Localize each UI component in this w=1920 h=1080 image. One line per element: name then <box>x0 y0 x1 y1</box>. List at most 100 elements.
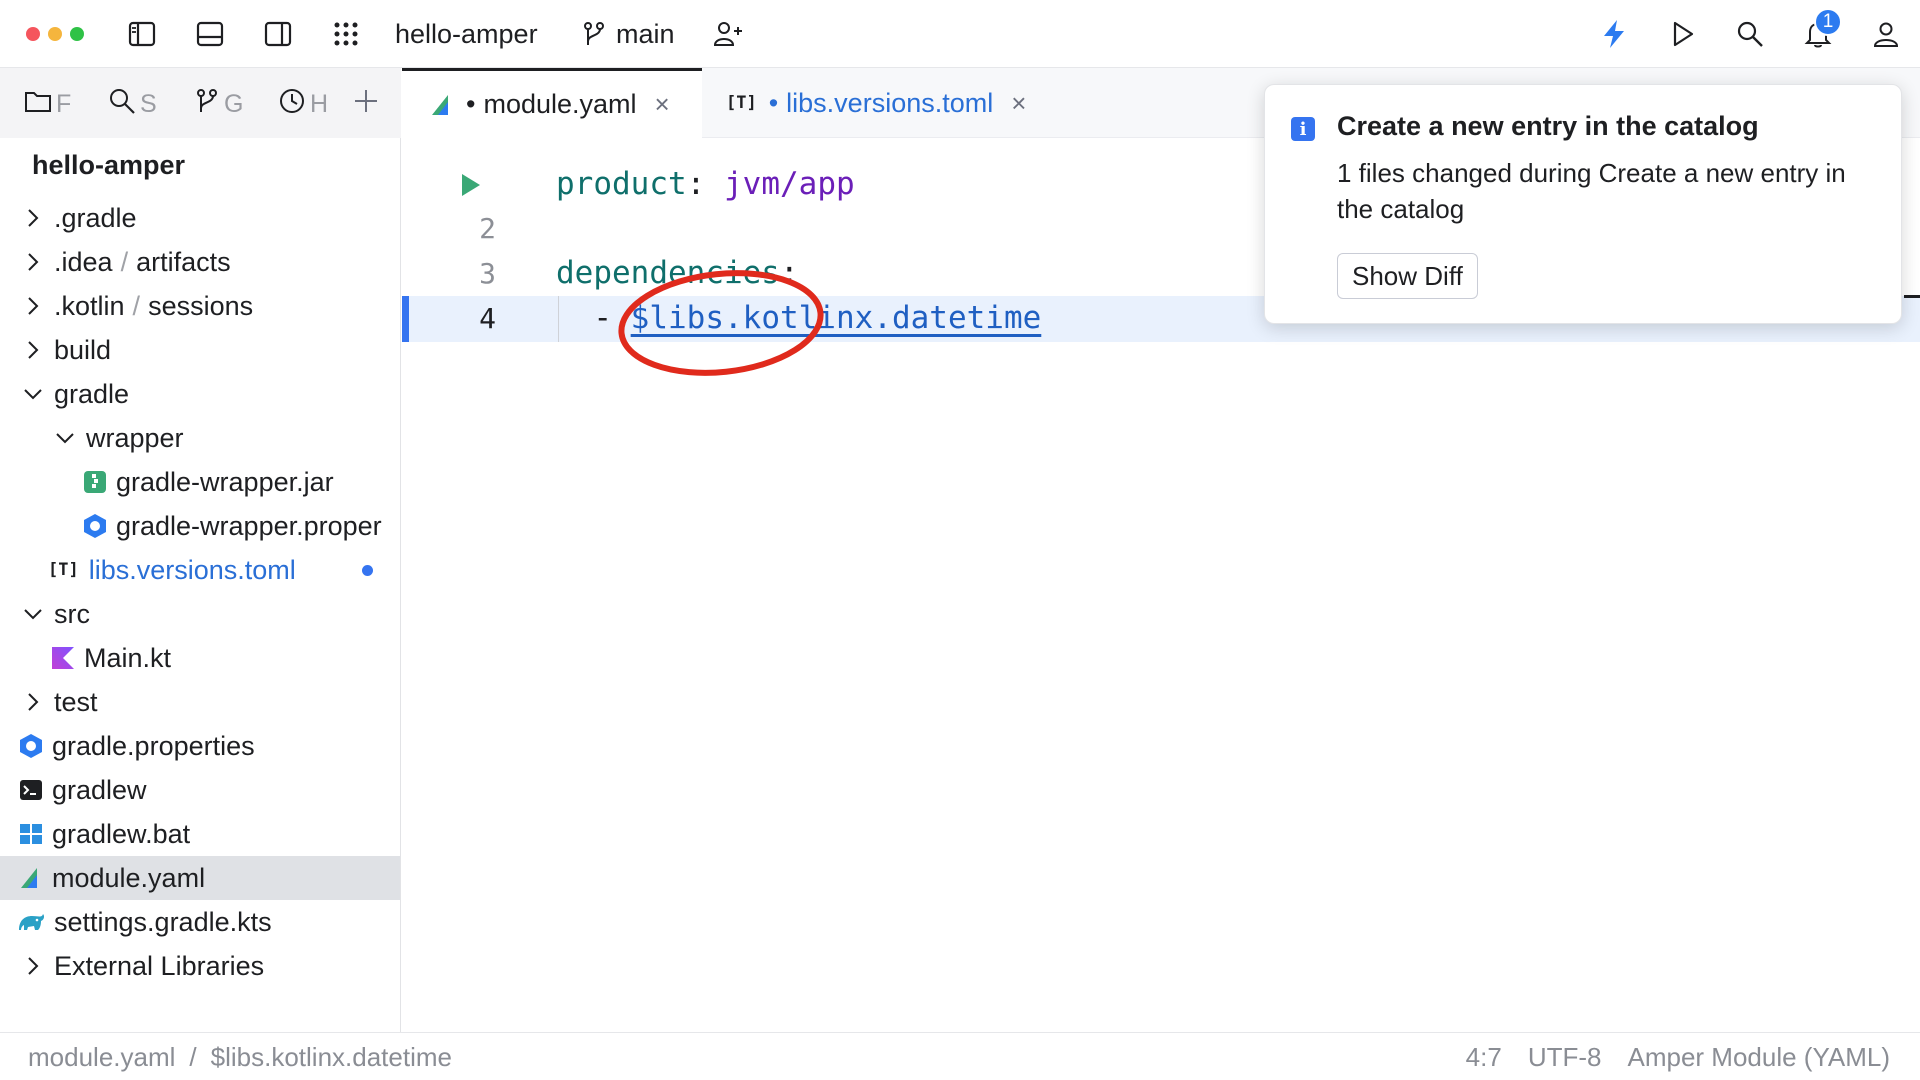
caret-position[interactable]: 4:7 <box>1466 1042 1502 1073</box>
code-line-1[interactable]: product: jvm/app <box>556 166 855 202</box>
tab-project-files[interactable]: F <box>24 84 71 124</box>
close-tab-icon[interactable]: × <box>655 89 670 120</box>
yaml-colon: : <box>686 166 706 202</box>
tree-item-gradle-properties[interactable]: gradle.properties <box>0 724 400 768</box>
maximize-window-button[interactable] <box>70 27 84 41</box>
add-user-icon[interactable] <box>708 14 748 54</box>
tree-item-label: src <box>54 598 90 629</box>
tree-item-label: .kotlin <box>54 290 125 321</box>
chevron-right-icon[interactable] <box>22 691 44 713</box>
tree-item-external-libraries[interactable]: External Libraries <box>0 944 400 988</box>
tree-item-build[interactable]: build <box>0 328 400 372</box>
user-profile-icon[interactable] <box>1866 14 1906 54</box>
tree-item-gradle-hidden[interactable]: .gradle <box>0 196 400 240</box>
search-icon[interactable] <box>1730 14 1770 54</box>
chevron-down-icon[interactable] <box>22 383 44 405</box>
tree-item-label: build <box>54 334 112 365</box>
status-widgets: 4:7 UTF-8 Amper Module (YAML) <box>1466 1033 1890 1080</box>
notification-title: Create a new entry in the catalog <box>1337 111 1759 141</box>
tree-item-label: wrapper <box>86 422 184 453</box>
scrollbar-marker <box>1904 295 1920 298</box>
breadcrumb: module.yaml / $libs.kotlinx.datetime <box>28 1033 452 1080</box>
changed-line-marker <box>402 296 409 342</box>
line-number: 3 <box>479 257 496 290</box>
right-panel-toggle-icon[interactable] <box>258 14 298 54</box>
tab-label: F <box>56 89 72 118</box>
path-separator: / <box>120 246 129 277</box>
tab-label: H <box>310 89 329 118</box>
tree-item-label: External Libraries <box>54 950 265 981</box>
bottom-panel-toggle-icon[interactable] <box>190 14 230 54</box>
tab-label: G <box>224 89 244 118</box>
tab-git[interactable]: G <box>194 84 243 124</box>
history-icon <box>278 87 306 122</box>
close-window-button[interactable] <box>26 27 40 41</box>
breadcrumb-symbol[interactable]: $libs.kotlinx.datetime <box>211 1042 452 1073</box>
tree-item-main-kt[interactable]: Main.kt <box>0 636 400 680</box>
tab-libs-versions-toml[interactable]: [T] • libs.versions.toml × <box>726 68 1026 138</box>
run-icon[interactable] <box>1662 14 1702 54</box>
breadcrumb-file[interactable]: module.yaml <box>28 1042 175 1073</box>
project-name[interactable]: hello-amper <box>395 0 538 68</box>
tree-item-suffix: sessions <box>148 290 254 321</box>
properties-hexagon-icon <box>82 513 108 539</box>
chevron-right-icon[interactable] <box>22 955 44 977</box>
tab-module-yaml[interactable]: • module.yaml × <box>402 68 702 138</box>
tree-item-gradlew[interactable]: gradlew <box>0 768 400 812</box>
chevron-right-icon[interactable] <box>22 295 44 317</box>
tree-item-gradle[interactable]: gradle <box>0 372 400 416</box>
tab-history[interactable]: H <box>278 84 328 124</box>
file-encoding[interactable]: UTF-8 <box>1528 1042 1602 1073</box>
tree-item-test[interactable]: test <box>0 680 400 724</box>
amper-module-icon <box>18 865 44 891</box>
tree-item-idea[interactable]: .idea / artifacts <box>0 240 400 284</box>
tree-item-suffix: artifacts <box>136 246 231 277</box>
lightning-icon[interactable] <box>1594 14 1634 54</box>
close-tab-icon[interactable]: × <box>1011 88 1026 119</box>
branch-name[interactable]: main <box>616 0 675 68</box>
folder-icon <box>24 88 52 121</box>
amper-module-icon <box>430 93 454 117</box>
tree-item-gradle-wrapper-properties[interactable]: gradle-wrapper.proper <box>0 504 400 548</box>
add-tab-button[interactable] <box>352 84 380 124</box>
tree-item-module-yaml[interactable]: module.yaml <box>0 856 400 900</box>
minimize-window-button[interactable] <box>48 27 62 41</box>
chevron-down-icon[interactable] <box>22 603 44 625</box>
tree-item-wrapper[interactable]: wrapper <box>0 416 400 460</box>
annotation-circle <box>618 270 824 376</box>
tree-item-libs-versions-toml[interactable]: [T] libs.versions.toml <box>0 548 400 592</box>
tree-item-gradlew-bat[interactable]: gradlew.bat <box>0 812 400 856</box>
search-icon <box>108 87 136 122</box>
terminal-script-icon <box>18 777 44 803</box>
tree-item-gradle-wrapper-jar[interactable]: gradle-wrapper.jar <box>0 460 400 504</box>
status-bar: module.yaml / $libs.kotlinx.datetime 4:7… <box>0 1032 1920 1080</box>
chevron-right-icon[interactable] <box>22 251 44 273</box>
tree-item-kotlin[interactable]: .kotlin / sessions <box>0 284 400 328</box>
tree-item-label: settings.gradle.kts <box>54 906 272 937</box>
show-diff-button[interactable]: Show Diff <box>1337 253 1478 299</box>
notification-body: 1 files changed during Create a new entr… <box>1337 158 1846 224</box>
tree-item-src[interactable]: src <box>0 592 400 636</box>
apps-grid-icon[interactable] <box>326 14 366 54</box>
sidebar-tool-tabs: F S G H <box>0 68 401 138</box>
file-type[interactable]: Amper Module (YAML) <box>1628 1042 1891 1073</box>
tab-label: libs.versions.toml <box>786 87 994 118</box>
chevron-right-icon[interactable] <box>22 207 44 229</box>
left-panel-toggle-icon[interactable] <box>122 14 162 54</box>
run-gutter-icon[interactable] <box>458 170 484 200</box>
gradle-elephant-icon <box>16 909 46 935</box>
tree-item-label: Main.kt <box>84 642 172 673</box>
tab-search[interactable]: S <box>108 84 157 124</box>
tree-item-label: gradle.properties <box>52 730 255 761</box>
branch-icon <box>194 87 220 122</box>
line-number: 2 <box>479 212 496 245</box>
kotlin-file-icon <box>50 645 76 671</box>
tree-item-settings-gradle-kts[interactable]: settings.gradle.kts <box>0 900 400 944</box>
windows-batch-icon <box>18 821 44 847</box>
tree-item-label: gradle-wrapper.jar <box>116 466 334 497</box>
chevron-down-icon[interactable] <box>54 427 76 449</box>
yaml-key: product <box>556 166 687 202</box>
tree-item-label: .gradle <box>54 202 137 233</box>
chevron-right-icon[interactable] <box>22 339 44 361</box>
branch-icon <box>574 14 614 54</box>
